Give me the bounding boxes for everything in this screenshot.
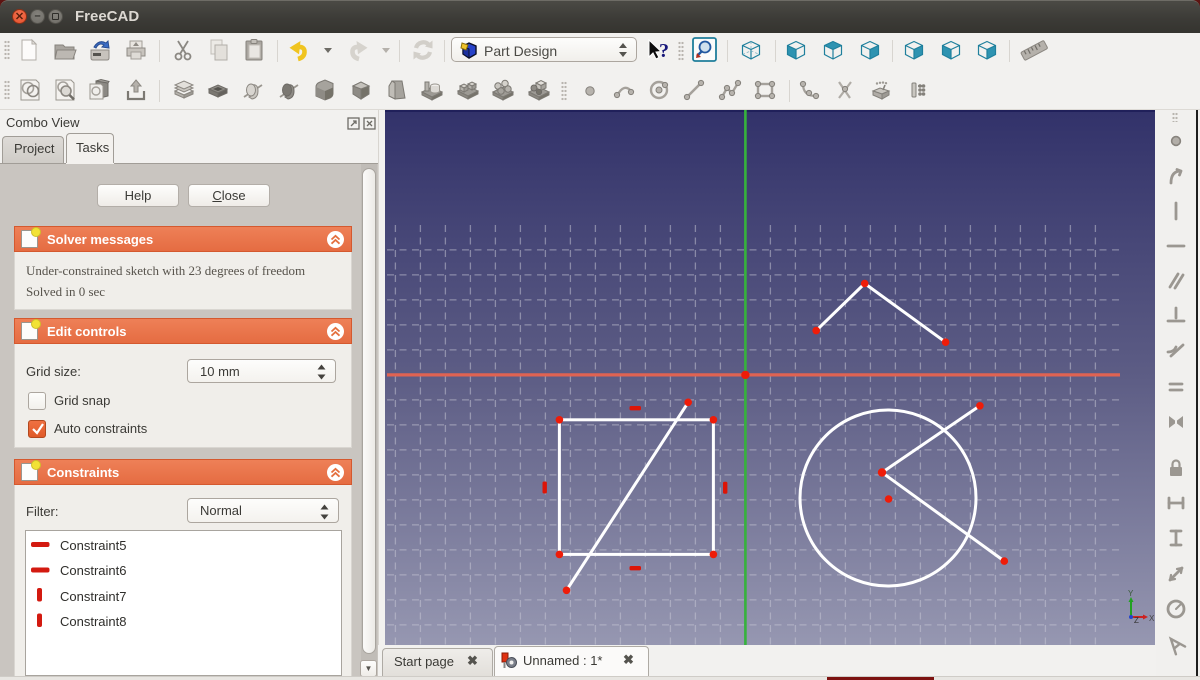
svg-text:?: ?	[659, 40, 669, 62]
svg-text:Z: Z	[1134, 616, 1139, 625]
svg-text:Y: Y	[1128, 589, 1134, 598]
svg-text:X: X	[1149, 614, 1155, 623]
